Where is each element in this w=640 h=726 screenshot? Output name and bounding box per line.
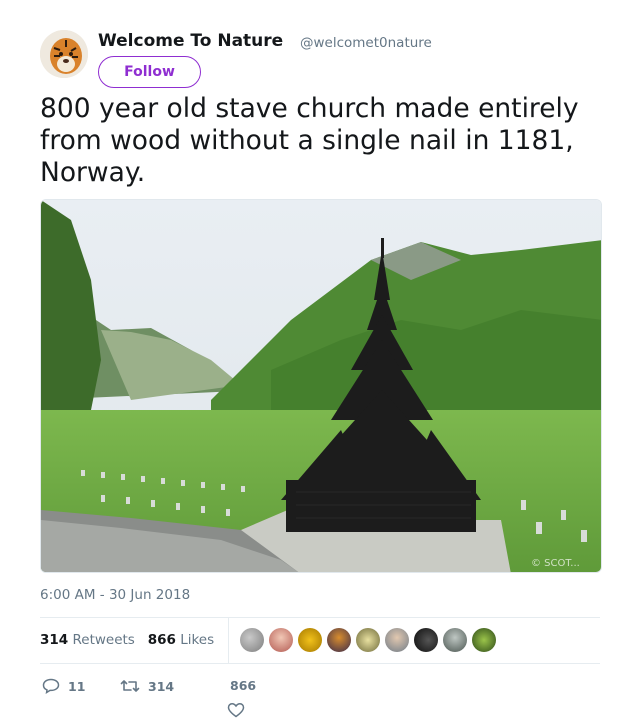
liker-avatar[interactable] — [269, 628, 293, 652]
like-action[interactable] — [227, 702, 245, 722]
likes-count: 866 — [147, 632, 176, 648]
retweets-label: Retweets — [72, 632, 135, 648]
engagement-stats: 314 Retweets 866 Likes — [40, 632, 214, 648]
reply-icon — [42, 678, 60, 694]
likes-label: Likes — [180, 632, 215, 648]
liker-avatar[interactable] — [327, 628, 351, 652]
liker-avatar[interactable] — [472, 628, 496, 652]
tweet-timestamp[interactable]: 6:00 AM - 30 Jun 2018 — [40, 587, 190, 603]
like-count: 866 — [230, 678, 257, 693]
tweet-text: 800 year old stave church made entirely … — [40, 93, 579, 188]
retweets-count: 314 — [40, 632, 69, 648]
retweets-stat[interactable]: 314 Retweets — [40, 632, 135, 648]
user-handle[interactable]: @welcomet0nature — [300, 35, 432, 51]
liker-avatar[interactable] — [385, 628, 409, 652]
liker-avatars — [240, 628, 501, 652]
like-count-label: 866 — [230, 678, 256, 693]
likes-stat[interactable]: 866 Likes — [148, 632, 214, 648]
tweet-photo[interactable]: © SCOT... — [40, 199, 602, 573]
liker-avatar[interactable] — [298, 628, 322, 652]
divider-bottom — [40, 663, 600, 664]
retweet-count: 314 — [148, 678, 175, 694]
reply-action[interactable]: 11 — [42, 678, 85, 694]
stave-church-photo: © SCOT... — [41, 200, 601, 572]
tweet-card: Welcome To Nature @welcomet0nature Follo… — [0, 0, 640, 726]
stats-separator — [228, 617, 229, 663]
liker-avatar[interactable] — [240, 628, 264, 652]
liker-avatar[interactable] — [443, 628, 467, 652]
heart-icon — [227, 703, 245, 718]
retweet-action[interactable]: 314 — [120, 678, 174, 694]
photo-watermark: © SCOT... — [531, 558, 580, 569]
liker-avatar[interactable] — [356, 628, 380, 652]
divider-top — [40, 617, 600, 618]
tiger-avatar-image — [40, 30, 88, 78]
liker-avatar[interactable] — [414, 628, 438, 652]
user-avatar[interactable] — [40, 30, 88, 78]
follow-button[interactable]: Follow — [98, 56, 201, 88]
reply-count: 11 — [68, 678, 86, 694]
user-display-name[interactable]: Welcome To Nature — [98, 31, 283, 51]
retweet-icon — [120, 680, 140, 692]
